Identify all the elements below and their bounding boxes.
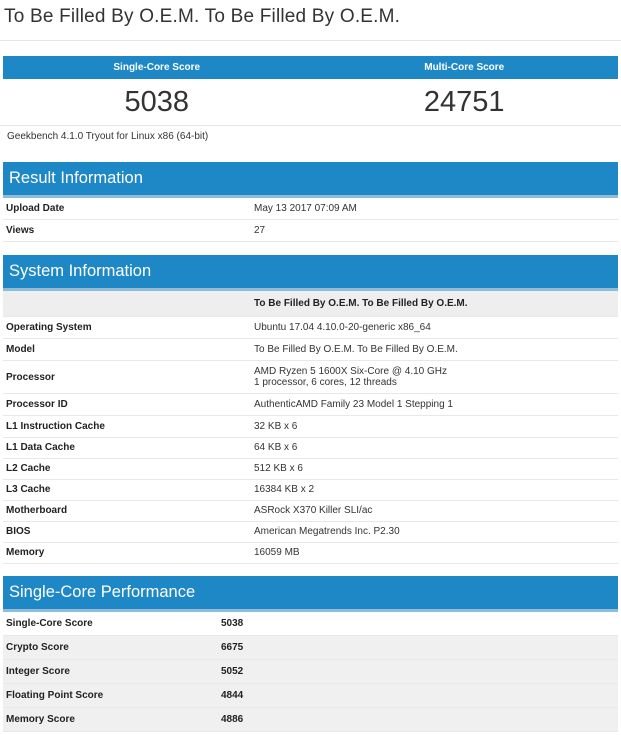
row-value: AMD Ryzen 5 1600X Six-Core @ 4.10 GHz 1 …	[254, 366, 447, 388]
row-value: 6675	[221, 642, 244, 653]
row-key: Floating Point Score	[6, 690, 104, 701]
row-key: BIOS	[6, 526, 31, 537]
row-key: Processor ID	[6, 399, 68, 410]
table-row: Processor ID AuthenticAMD Family 23 Mode…	[3, 394, 618, 416]
benchmark-version: Geekbench 4.1.0 Tryout for Linux x86 (64…	[7, 131, 209, 142]
score-values: 5038 24751	[3, 80, 618, 124]
system-name-header: To Be Filled By O.E.M. To Be Filled By O…	[254, 298, 468, 309]
table-row: Motherboard ASRock X370 Killer SLI/ac	[3, 500, 618, 522]
row-value: 4844	[221, 690, 244, 701]
row-value: 64 KB x 6	[254, 442, 298, 453]
row-key: Views	[6, 225, 35, 236]
processor-name: AMD Ryzen 5 1600X Six-Core @ 4.10 GHz	[254, 366, 448, 377]
row-value: 4886	[221, 714, 244, 725]
multi-core-score-label: Multi-Core Score	[424, 62, 505, 73]
table-row: Operating System Ubuntu 17.04 4.10.0-20-…	[3, 317, 618, 339]
system-column-header: To Be Filled By O.E.M. To Be Filled By O…	[3, 291, 618, 317]
table-row: L2 Cache 512 KB x 6	[3, 458, 618, 480]
single-core-score-value: 5038	[124, 85, 189, 118]
row-key: Memory Score	[6, 714, 75, 725]
row-key: Motherboard	[6, 505, 68, 516]
row-key: L2 Cache	[6, 463, 51, 474]
row-key: Processor	[6, 371, 55, 383]
row-value: ASRock X370 Killer SLI/ac	[254, 505, 373, 516]
table-row: L1 Instruction Cache 32 KB x 6	[3, 416, 618, 438]
title-divider	[0, 40, 621, 41]
row-key: Integer Score	[6, 666, 70, 677]
row-value: 32 KB x 6	[254, 421, 298, 432]
result-information-heading: Result Information	[3, 162, 618, 198]
row-value: Ubuntu 17.04 4.10.0-20-generic x86_64	[254, 322, 431, 333]
row-key: Crypto Score	[6, 642, 69, 653]
table-row: BIOS American Megatrends Inc. P2.30	[3, 521, 618, 543]
table-row: Views 27	[3, 220, 618, 242]
row-value: AuthenticAMD Family 23 Model 1 Stepping …	[254, 399, 453, 410]
page-title: To Be Filled By O.E.M. To Be Filled By O…	[4, 6, 401, 27]
multi-core-score-value: 24751	[423, 85, 505, 118]
row-key: Operating System	[6, 322, 92, 333]
row-value: To Be Filled By O.E.M. To Be Filled By O…	[254, 344, 458, 355]
row-key: L1 Instruction Cache	[6, 421, 105, 432]
system-information-heading: System Information	[3, 255, 618, 291]
table-row: Memory 16059 MB	[3, 542, 618, 564]
table-row: Floating Point Score 4844	[3, 684, 618, 708]
row-key: L3 Cache	[6, 484, 51, 495]
row-key: L1 Data Cache	[6, 442, 75, 453]
row-value: 512 KB x 6	[254, 463, 303, 474]
table-row: Processor AMD Ryzen 5 1600X Six-Core @ 4…	[3, 361, 618, 394]
table-row: Memory Score 4886	[3, 708, 618, 732]
row-key: Upload Date	[6, 203, 65, 214]
row-value: 5052	[221, 666, 244, 677]
row-value: 5038	[221, 618, 244, 629]
row-key: Memory	[6, 547, 45, 558]
single-core-performance-heading: Single-Core Performance	[3, 576, 618, 612]
row-value: 16384 KB x 2	[254, 484, 315, 495]
row-value: American Megatrends Inc. P2.30	[254, 526, 400, 537]
table-row: Model To Be Filled By O.E.M. To Be Fille…	[3, 339, 618, 361]
single-core-score-label: Single-Core Score	[113, 62, 201, 73]
table-row: Upload Date May 13 2017 07:09 AM	[3, 198, 618, 220]
table-row: Single-Core Score 5038	[3, 612, 618, 636]
table-row: L1 Data Cache 64 KB x 6	[3, 437, 618, 459]
row-value: 27	[254, 225, 266, 236]
score-divider	[0, 125, 621, 126]
table-row: L3 Cache 16384 KB x 2	[3, 479, 618, 501]
score-header: Single-Core Score Multi-Core Score	[3, 56, 618, 79]
processor-topology: 1 processor, 6 cores, 12 threads	[254, 377, 397, 388]
row-value: May 13 2017 07:09 AM	[254, 203, 357, 214]
table-row: Integer Score 5052	[3, 660, 618, 684]
table-row: Crypto Score 6675	[3, 636, 618, 660]
row-key: Single-Core Score	[6, 618, 93, 629]
row-key: Model	[6, 344, 35, 355]
row-value: 16059 MB	[254, 547, 300, 558]
